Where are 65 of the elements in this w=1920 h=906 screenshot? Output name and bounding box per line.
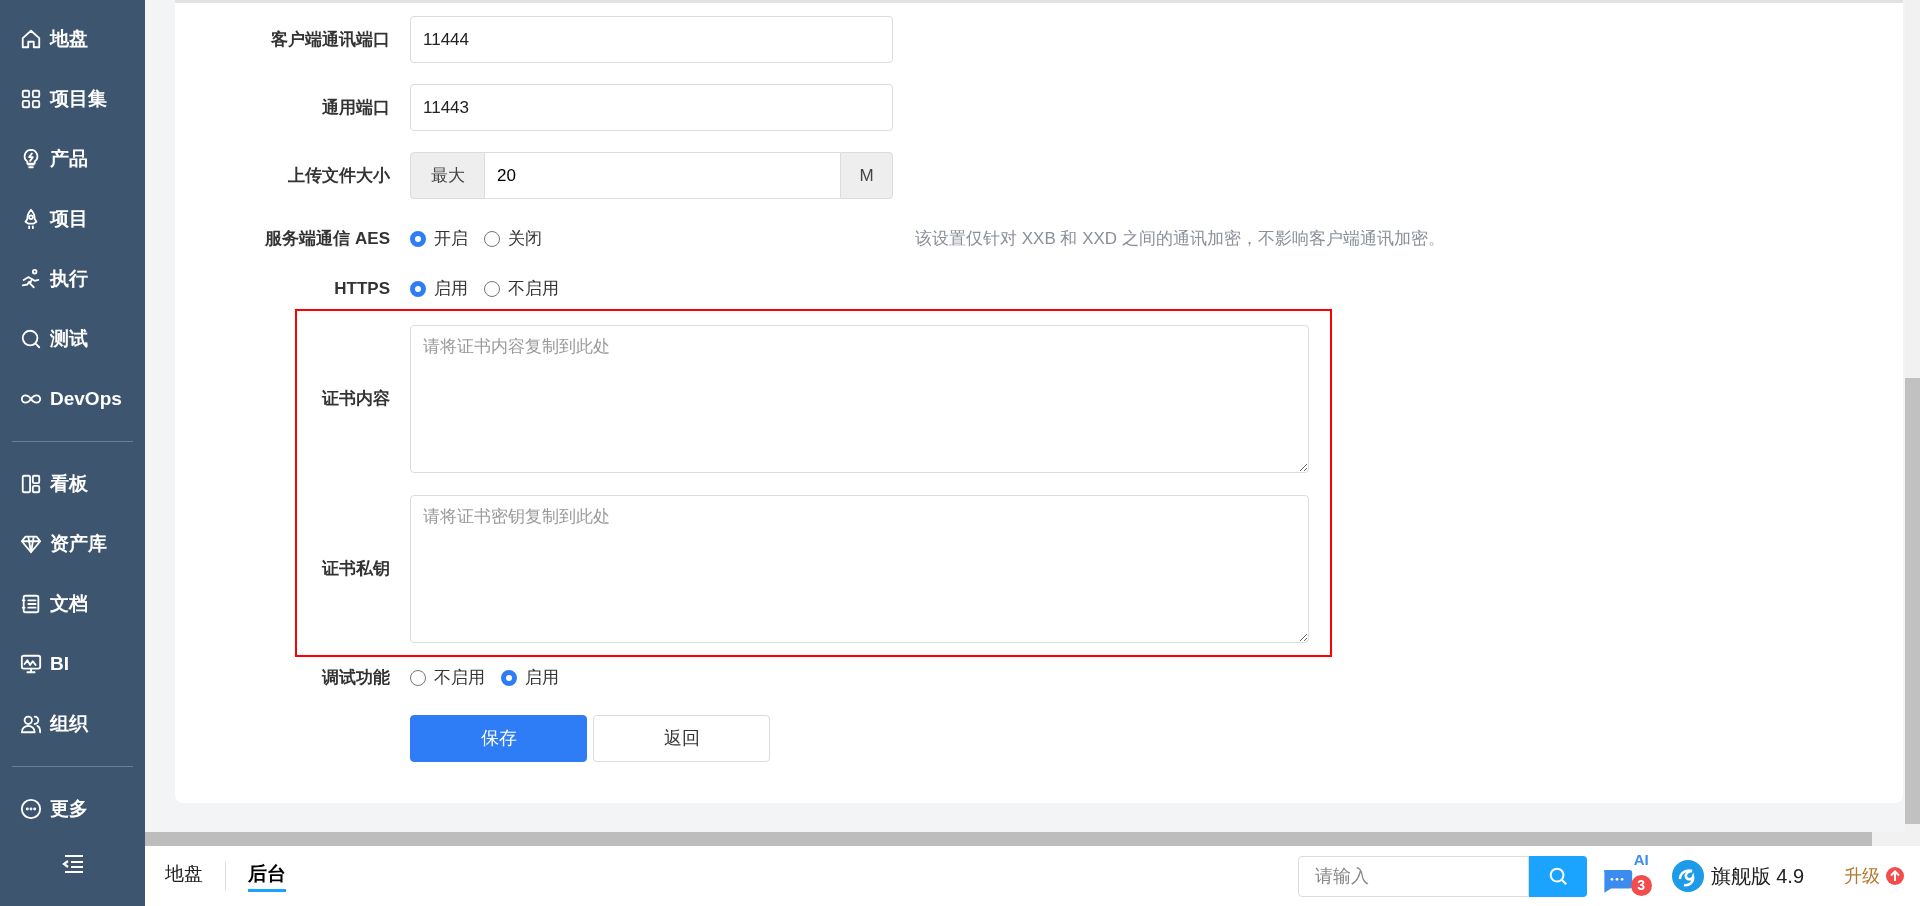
sidebar-item[interactable]: 项目集 bbox=[0, 69, 145, 129]
field-label: 证书内容 bbox=[320, 388, 391, 411]
textarea-field[interactable]: 请将证书内容复制到此处 bbox=[410, 325, 1309, 473]
magnifier-icon bbox=[20, 328, 42, 350]
field-label: 通用端口 bbox=[321, 96, 391, 119]
radio-button[interactable] bbox=[501, 670, 517, 686]
footer-tab[interactable]: 后台 bbox=[248, 860, 286, 892]
radio-option[interactable]: 不启用 bbox=[410, 665, 485, 691]
prefix-addon: 最大 bbox=[410, 152, 485, 199]
save-button[interactable]: 保存 bbox=[410, 715, 587, 762]
home-icon bbox=[20, 28, 42, 50]
suffix-addon: M bbox=[840, 152, 893, 199]
sidebar-item[interactable]: 看板 bbox=[0, 454, 145, 514]
field-label: 证书私钥 bbox=[320, 558, 391, 581]
swirl-logo-icon bbox=[1670, 859, 1705, 893]
diamond-icon bbox=[20, 533, 42, 555]
horizontal-scrollbar[interactable] bbox=[145, 832, 1920, 846]
hint-text: 该设置仅针对 XXB 和 XXD 之间的通讯加密，不影响客户端通讯加密。 bbox=[915, 228, 1445, 251]
footer-tab[interactable]: 地盘 bbox=[165, 860, 203, 892]
radio-option[interactable]: 不启用 bbox=[484, 276, 559, 302]
sidebar-item[interactable]: 项目 bbox=[0, 189, 145, 249]
search-button[interactable] bbox=[1528, 855, 1587, 897]
field-label: 调试功能 bbox=[320, 667, 391, 690]
field-label: 客户端通讯端口 bbox=[270, 28, 391, 51]
sidebar-item[interactable]: 组织 bbox=[0, 694, 145, 754]
sidebar-item[interactable]: 资产库 bbox=[0, 514, 145, 574]
field-label: 服务端通信 AES bbox=[264, 228, 391, 251]
radio-option[interactable]: 开启 bbox=[410, 226, 468, 252]
board-icon bbox=[20, 473, 42, 495]
radio-button[interactable] bbox=[410, 281, 426, 297]
vertical-scrollbar[interactable] bbox=[1905, 0, 1920, 832]
radio-option[interactable]: 关闭 bbox=[484, 226, 542, 252]
back-button[interactable]: 返回 bbox=[593, 715, 770, 762]
sidebar-item[interactable]: BI bbox=[0, 634, 145, 694]
radio-option[interactable]: 启用 bbox=[501, 665, 559, 691]
field-label: HTTPS bbox=[333, 278, 391, 301]
ai-label: AI bbox=[1633, 852, 1649, 867]
text-input[interactable]: 11443 bbox=[410, 84, 893, 131]
radio-button[interactable] bbox=[484, 231, 500, 247]
notification-badge: 3 bbox=[1630, 875, 1652, 896]
sidebar-item[interactable]: 测试 bbox=[0, 309, 145, 369]
field-label: 上传文件大小 bbox=[287, 164, 391, 187]
running-person-icon bbox=[20, 268, 42, 290]
grid-icon bbox=[20, 88, 42, 110]
radio-button[interactable] bbox=[484, 281, 500, 297]
radio-button[interactable] bbox=[410, 231, 426, 247]
sidebar-item[interactable]: 产品 bbox=[0, 129, 145, 189]
users-icon bbox=[20, 713, 42, 735]
collapse-menu-icon[interactable] bbox=[60, 853, 85, 875]
radio-button[interactable] bbox=[410, 670, 426, 686]
edition-label: 旗舰版 4.9 bbox=[1710, 864, 1804, 889]
search-input[interactable]: 请输入 bbox=[1297, 855, 1529, 897]
text-input[interactable]: 11444 bbox=[410, 16, 893, 63]
sidebar-item[interactable]: 更多 bbox=[0, 779, 145, 839]
number-input[interactable]: 20 bbox=[485, 152, 840, 199]
more-icon bbox=[20, 798, 42, 820]
sidebar-item[interactable]: 文档 bbox=[0, 574, 145, 634]
sidebar-item[interactable]: DevOps bbox=[0, 369, 145, 429]
monitor-icon bbox=[20, 653, 42, 675]
upgrade-link[interactable]: 升级 bbox=[1844, 862, 1904, 890]
sidebar-item[interactable]: 执行 bbox=[0, 249, 145, 309]
textarea-field[interactable]: 请将证书密钥复制到此处 bbox=[410, 495, 1309, 643]
sidebar-item[interactable]: 地盘 bbox=[0, 9, 145, 69]
document-icon bbox=[20, 593, 42, 615]
radio-option[interactable]: 启用 bbox=[410, 276, 468, 302]
